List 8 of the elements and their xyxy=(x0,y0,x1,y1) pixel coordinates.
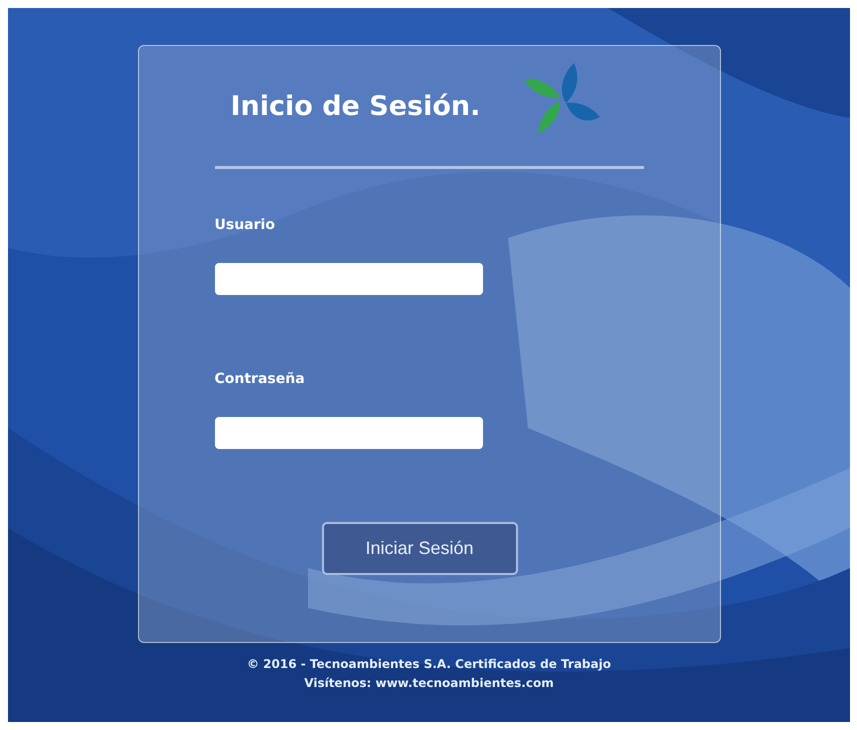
input-field[interactable] xyxy=(214,263,482,295)
input-field[interactable] xyxy=(214,417,482,449)
copyright-text: © 2016 - Tecnoambientes S.A. Certificados de Trabajo xyxy=(247,657,611,671)
website-text: Visítenos: www.tecnoambientes.com xyxy=(304,676,554,690)
field-label: Usuario xyxy=(214,217,276,235)
login-title: Inicio de Sesión. xyxy=(230,90,480,122)
login-button[interactable]: Iniciar Sesión xyxy=(322,522,518,575)
field-label: Contraseña xyxy=(214,371,306,389)
